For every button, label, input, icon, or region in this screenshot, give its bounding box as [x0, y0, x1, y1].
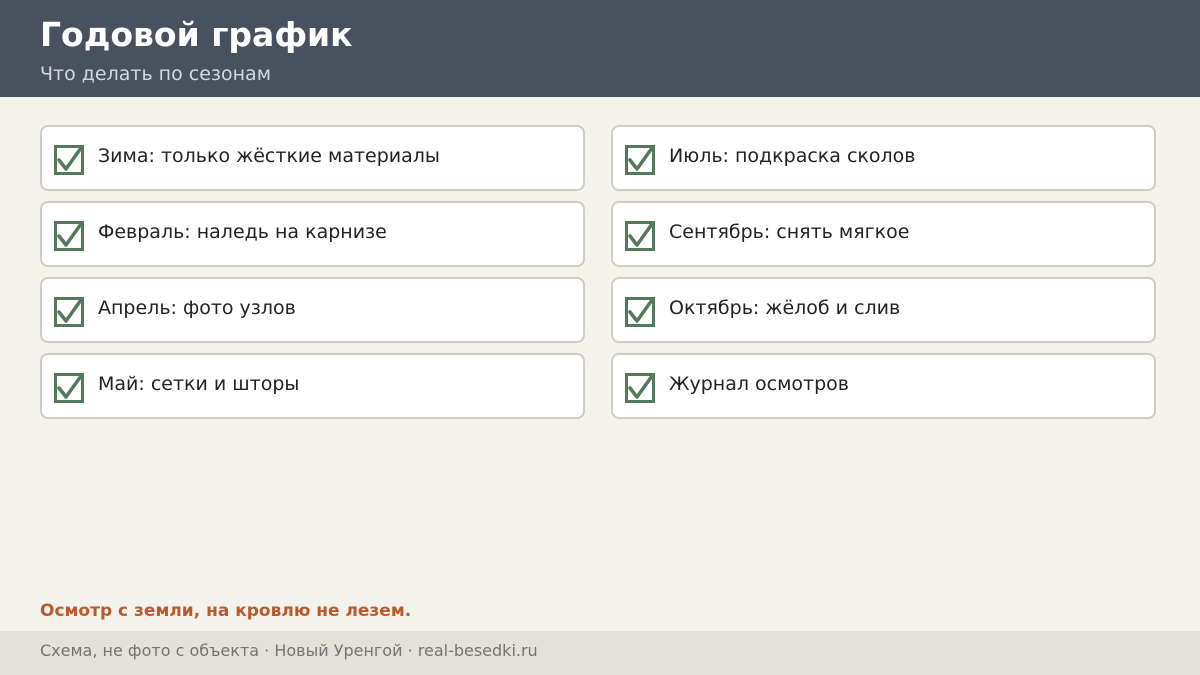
checked-checkbox-icon[interactable]	[625, 221, 655, 251]
checked-checkbox-icon[interactable]	[54, 145, 84, 175]
checked-checkbox-icon[interactable]	[625, 297, 655, 327]
checklist-item[interactable]: Зима: только жёсткие материалы	[40, 125, 585, 191]
checklist-item[interactable]: Сентябрь: снять мягкое	[611, 201, 1156, 267]
checklist-item[interactable]: Май: сетки и шторы	[40, 353, 585, 419]
checklist-item[interactable]: Октябрь: жёлоб и слив	[611, 277, 1156, 343]
header: Годовой график Что делать по сезонам	[0, 0, 1200, 97]
checked-checkbox-icon[interactable]	[625, 373, 655, 403]
checked-checkbox-icon[interactable]	[625, 145, 655, 175]
safety-note: Осмотр с земли, на кровлю не лезем.	[40, 601, 412, 621]
checked-checkbox-icon[interactable]	[54, 221, 84, 251]
checklist-item-label: Журнал осмотров	[669, 373, 849, 395]
page-title: Годовой график	[40, 15, 353, 54]
checklist-item-label: Зима: только жёсткие материалы	[98, 145, 440, 167]
footer-text: Схема, не фото с объекта · Новый Уренгой…	[40, 641, 538, 660]
checked-checkbox-icon[interactable]	[54, 297, 84, 327]
checklist-item[interactable]: Апрель: фото узлов	[40, 277, 585, 343]
checklist-item[interactable]: Февраль: наледь на карнизе	[40, 201, 585, 267]
checklist-item-label: Сентябрь: снять мягкое	[669, 221, 910, 243]
checklist-grid: Зима: только жёсткие материалы Июль: под…	[40, 125, 1156, 419]
checklist-item[interactable]: Июль: подкраска сколов	[611, 125, 1156, 191]
checklist-item-label: Октябрь: жёлоб и слив	[669, 297, 901, 319]
checklist-item-label: Июль: подкраска сколов	[669, 145, 916, 167]
checklist-item[interactable]: Журнал осмотров	[611, 353, 1156, 419]
page-subtitle: Что делать по сезонам	[40, 63, 272, 85]
footer: Схема, не фото с объекта · Новый Уренгой…	[0, 631, 1200, 675]
checklist-item-label: Май: сетки и шторы	[98, 373, 300, 395]
checked-checkbox-icon[interactable]	[54, 373, 84, 403]
checklist-item-label: Апрель: фото узлов	[98, 297, 296, 319]
checklist-item-label: Февраль: наледь на карнизе	[98, 221, 387, 243]
